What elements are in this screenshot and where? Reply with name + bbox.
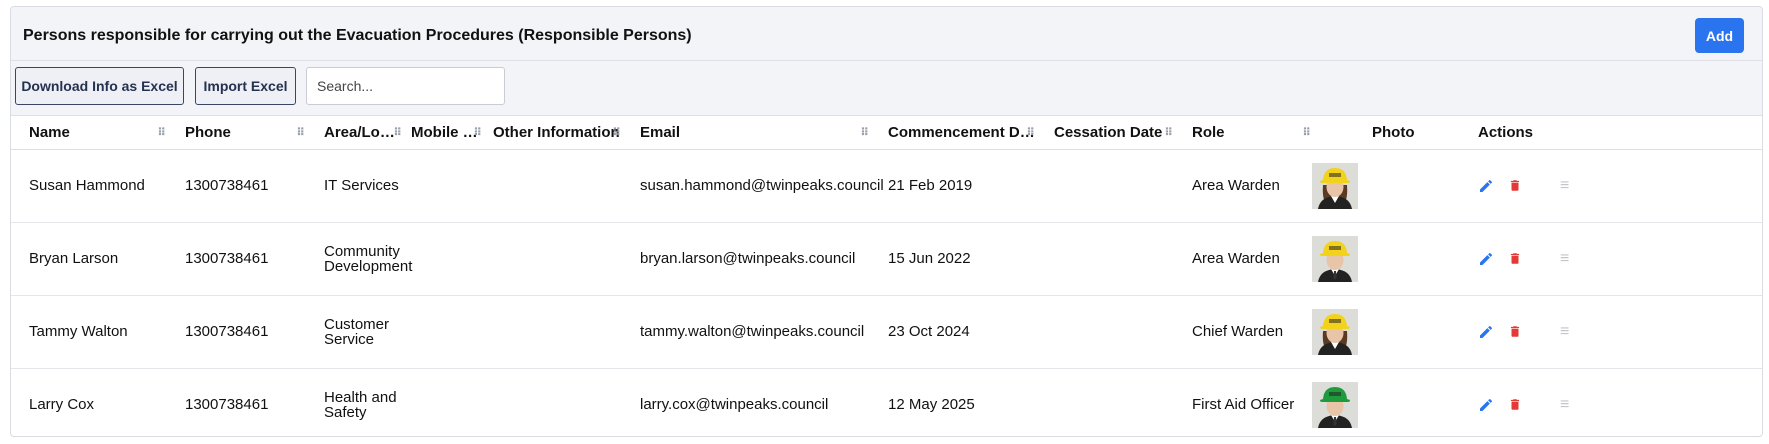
person-photo <box>1312 235 1358 282</box>
col-header-role[interactable]: Role ⠿ <box>1174 117 1312 150</box>
cell-mobile <box>403 149 483 223</box>
delete-icon[interactable] <box>1508 324 1522 339</box>
cell-mobile <box>403 222 483 296</box>
person-photo <box>1312 308 1358 355</box>
responsible-persons-panel: Persons responsible for carrying out the… <box>10 6 1763 437</box>
row-actions: ≡ <box>1478 323 1762 341</box>
row-actions: ≡ <box>1478 250 1762 268</box>
cell-name: Tammy Walton <box>11 295 167 369</box>
column-resize-handle[interactable]: ⠿ <box>157 126 166 139</box>
cell-email: bryan.larson@twinpeaks.council <box>622 222 870 296</box>
cell-name: Larry Cox <box>11 368 167 436</box>
table-header-row: Name⠿ Phone⠿ Area/Location⠿ Mobile Ph...… <box>11 117 1762 150</box>
column-resize-handle[interactable]: ⠿ <box>296 126 305 139</box>
col-header-mobile[interactable]: Mobile Ph...⠿ <box>403 117 483 150</box>
column-resize-handle[interactable]: ⠿ <box>1302 126 1311 139</box>
cell-other <box>483 149 622 223</box>
delete-icon[interactable] <box>1508 251 1522 266</box>
cell-role: Area Warden <box>1174 149 1312 223</box>
cell-actions: ≡ <box>1462 149 1762 223</box>
edit-icon[interactable] <box>1478 397 1494 413</box>
cell-cessation <box>1036 295 1174 369</box>
column-resize-handle[interactable]: ⠿ <box>612 126 621 139</box>
cell-cessation <box>1036 368 1174 436</box>
cell-photo <box>1312 368 1462 436</box>
cell-email: susan.hammond@twinpeaks.council <box>622 149 884 223</box>
cell-area: Customer Service <box>306 295 403 369</box>
col-header-phone[interactable]: Phone ⠿ <box>167 117 306 150</box>
column-resize-handle[interactable]: ⠿ <box>473 126 482 139</box>
cell-cessation <box>1036 222 1174 296</box>
toolbar: Download Info as Excel Import Excel <box>11 61 1762 116</box>
column-resize-handle[interactable]: ⠿ <box>1164 126 1173 139</box>
row-actions: ≡ <box>1478 177 1762 195</box>
col-header-name[interactable]: Name ⠿ <box>11 117 167 150</box>
column-resize-handle[interactable]: ⠿ <box>860 126 869 139</box>
edit-icon[interactable] <box>1478 251 1494 267</box>
drag-handle-icon[interactable]: ≡ <box>1560 323 1569 341</box>
page-title: Persons responsible for carrying out the… <box>23 27 692 44</box>
cell-name: Bryan Larson <box>11 222 167 296</box>
row-actions: ≡ <box>1478 396 1762 414</box>
cell-actions: ≡ <box>1462 295 1762 369</box>
person-photo <box>1312 381 1358 428</box>
persons-table: Name⠿ Phone⠿ Area/Location⠿ Mobile Ph...… <box>11 117 1762 436</box>
col-header-other[interactable]: Other Information ⠿ <box>483 117 622 150</box>
cell-area: Community Development <box>306 222 412 296</box>
download-excel-button[interactable]: Download Info as Excel <box>15 67 184 105</box>
cell-role: First Aid Officer <box>1174 368 1312 436</box>
cell-actions: ≡ <box>1462 368 1762 436</box>
cell-name: Susan Hammond <box>11 149 167 223</box>
cell-commencement: 15 Jun 2022 <box>870 222 1036 296</box>
delete-icon[interactable] <box>1508 178 1522 193</box>
cell-role: Area Warden <box>1174 222 1312 296</box>
cell-area: IT Services <box>306 149 403 223</box>
col-header-cessation[interactable]: Cessation Date ⠿ <box>1036 117 1174 150</box>
cell-phone: 1300738461 <box>167 368 306 436</box>
edit-icon[interactable] <box>1478 324 1494 340</box>
import-excel-button[interactable]: Import Excel <box>195 67 296 105</box>
cell-mobile <box>403 368 483 436</box>
cell-photo <box>1312 149 1462 223</box>
drag-handle-icon[interactable]: ≡ <box>1560 177 1569 195</box>
drag-handle-icon[interactable]: ≡ <box>1560 250 1569 268</box>
panel-header: Persons responsible for carrying out the… <box>11 7 1762 61</box>
cell-actions: ≡ <box>1462 222 1762 296</box>
cell-commencement: 21 Feb 2019 <box>870 149 1036 223</box>
cell-phone: 1300738461 <box>167 149 306 223</box>
col-header-commencement[interactable]: Commencement Date ⠿ <box>870 117 1036 150</box>
column-resize-handle[interactable]: ⠿ <box>393 126 402 139</box>
drag-handle-icon[interactable]: ≡ <box>1560 396 1569 414</box>
cell-commencement: 23 Oct 2024 <box>870 295 1036 369</box>
cell-area: Health and Safety <box>306 368 403 436</box>
cell-photo <box>1312 295 1462 369</box>
search-input[interactable] <box>306 67 505 105</box>
cell-email: tammy.walton@twinpeaks.council <box>622 295 870 369</box>
delete-icon[interactable] <box>1508 397 1522 412</box>
table-row: Larry Cox 1300738461 Health and Safety larr… <box>11 368 1762 436</box>
cell-commencement: 12 May 2025 <box>870 368 1036 436</box>
person-photo <box>1312 162 1358 209</box>
col-header-email[interactable]: Email ⠿ <box>622 117 870 150</box>
col-header-actions: Actions <box>1462 117 1762 150</box>
add-button[interactable]: Add <box>1695 18 1744 53</box>
col-header-photo: Photo <box>1312 117 1462 150</box>
cell-email: larry.cox@twinpeaks.council <box>622 368 870 436</box>
column-resize-handle[interactable]: ⠿ <box>1026 126 1035 139</box>
cell-phone: 1300738461 <box>167 295 306 369</box>
col-header-area[interactable]: Area/Location⠿ <box>306 117 403 150</box>
cell-other <box>483 222 622 296</box>
cell-other <box>483 295 622 369</box>
cell-other <box>483 368 622 436</box>
table-row: Susan Hammond 1300738461 IT Services susan.… <box>11 149 1762 223</box>
cell-photo <box>1312 222 1462 296</box>
table-row: Bryan Larson 1300738461 Community Developm… <box>11 222 1762 296</box>
edit-icon[interactable] <box>1478 178 1494 194</box>
table-row: Tammy Walton 1300738461 Customer Service ta… <box>11 295 1762 369</box>
cell-mobile <box>403 295 483 369</box>
cell-cessation <box>1036 149 1174 223</box>
cell-phone: 1300738461 <box>167 222 306 296</box>
cell-role: Chief Warden <box>1174 295 1312 369</box>
